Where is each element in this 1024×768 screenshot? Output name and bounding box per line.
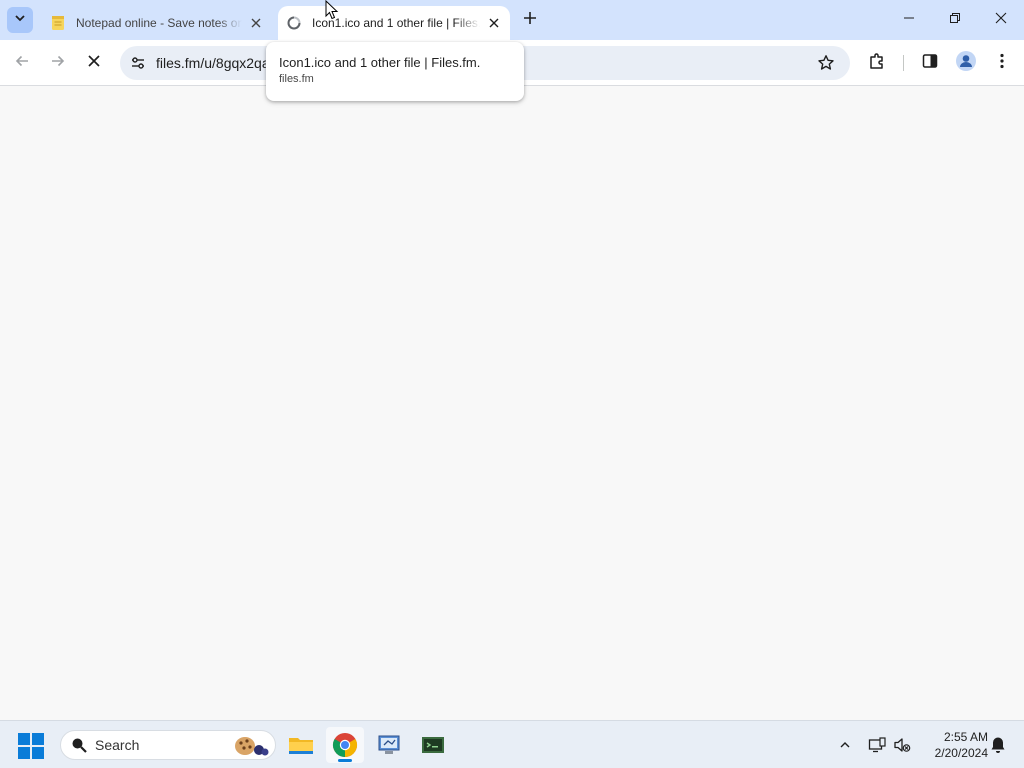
hover-card-title: Icon1.ico and 1 other file | Files.fm. (279, 55, 481, 70)
clock-time: 2:55 AM (943, 730, 988, 744)
file-explorer-icon[interactable] (282, 727, 320, 763)
extensions-button[interactable] (861, 47, 893, 79)
system-clock[interactable]: 2:55 AM 2/20/2024 (918, 729, 988, 761)
url-text[interactable]: files.fm/u/8gqx2qa (156, 55, 270, 71)
stop-loading-button[interactable] (78, 47, 110, 79)
minimize-icon (903, 11, 915, 29)
start-button[interactable] (18, 733, 44, 759)
notepad-icon (50, 15, 66, 31)
back-button[interactable] (6, 47, 38, 79)
menu-button[interactable] (986, 47, 1018, 79)
bookmark-star-icon[interactable] (816, 53, 836, 73)
close-icon (995, 11, 1007, 29)
taskbar-search[interactable]: Search (60, 730, 276, 760)
site-info-icon[interactable] (122, 47, 154, 79)
more-vertical-icon (1000, 53, 1004, 74)
chevron-up-icon[interactable] (833, 733, 857, 757)
chevron-down-icon (14, 11, 26, 29)
files-fm-icon (286, 15, 302, 31)
tab-hover-card: Icon1.ico and 1 other file | Files.fm. f… (266, 42, 524, 101)
tab-search-button[interactable] (7, 7, 33, 33)
remote-desktop-icon[interactable] (370, 727, 408, 763)
network-icon[interactable] (865, 733, 889, 757)
hover-card-domain: files.fm (279, 73, 314, 85)
terminal-app-icon[interactable] (414, 727, 452, 763)
forward-button[interactable] (42, 47, 74, 79)
avatar-icon (955, 50, 977, 77)
clock-date: 2/20/2024 (934, 746, 988, 760)
profile-button[interactable] (950, 47, 982, 79)
restore-button[interactable] (932, 0, 978, 40)
new-tab-button[interactable] (518, 8, 542, 32)
close-icon[interactable] (248, 15, 264, 31)
mouse-cursor-icon (325, 0, 339, 20)
tab-strip: Notepad online - Save notes online Icon1… (0, 0, 1024, 40)
plus-icon (523, 11, 537, 30)
tab-notepad[interactable]: Notepad online - Save notes online (40, 6, 272, 40)
tab-title: Notepad online - Save notes online (76, 16, 242, 30)
search-icon (69, 735, 89, 755)
side-panel-icon (922, 53, 938, 74)
minimize-button[interactable] (886, 0, 932, 40)
arrow-right-icon (50, 53, 66, 74)
windows-logo-icon (18, 733, 30, 745)
restore-icon (949, 11, 961, 29)
active-app-indicator (338, 759, 352, 762)
tab-files-fm[interactable]: Icon1.ico and 1 other file | Files.fm. (278, 6, 510, 40)
toolbar-divider (903, 55, 904, 71)
notification-bell-icon[interactable] (986, 733, 1010, 757)
close-icon (87, 54, 101, 73)
side-panel-button[interactable] (914, 47, 946, 79)
close-window-button[interactable] (978, 0, 1024, 40)
taskbar: Search 2:55 AM 2/20/2024 (0, 720, 1024, 768)
page-content (0, 87, 1024, 720)
puzzle-icon (868, 52, 886, 75)
arrow-left-icon (14, 53, 30, 74)
search-highlight-icon (231, 733, 269, 759)
chrome-icon[interactable] (326, 727, 364, 763)
search-placeholder: Search (95, 737, 140, 753)
close-icon[interactable] (486, 15, 502, 31)
volume-muted-icon[interactable] (890, 733, 914, 757)
